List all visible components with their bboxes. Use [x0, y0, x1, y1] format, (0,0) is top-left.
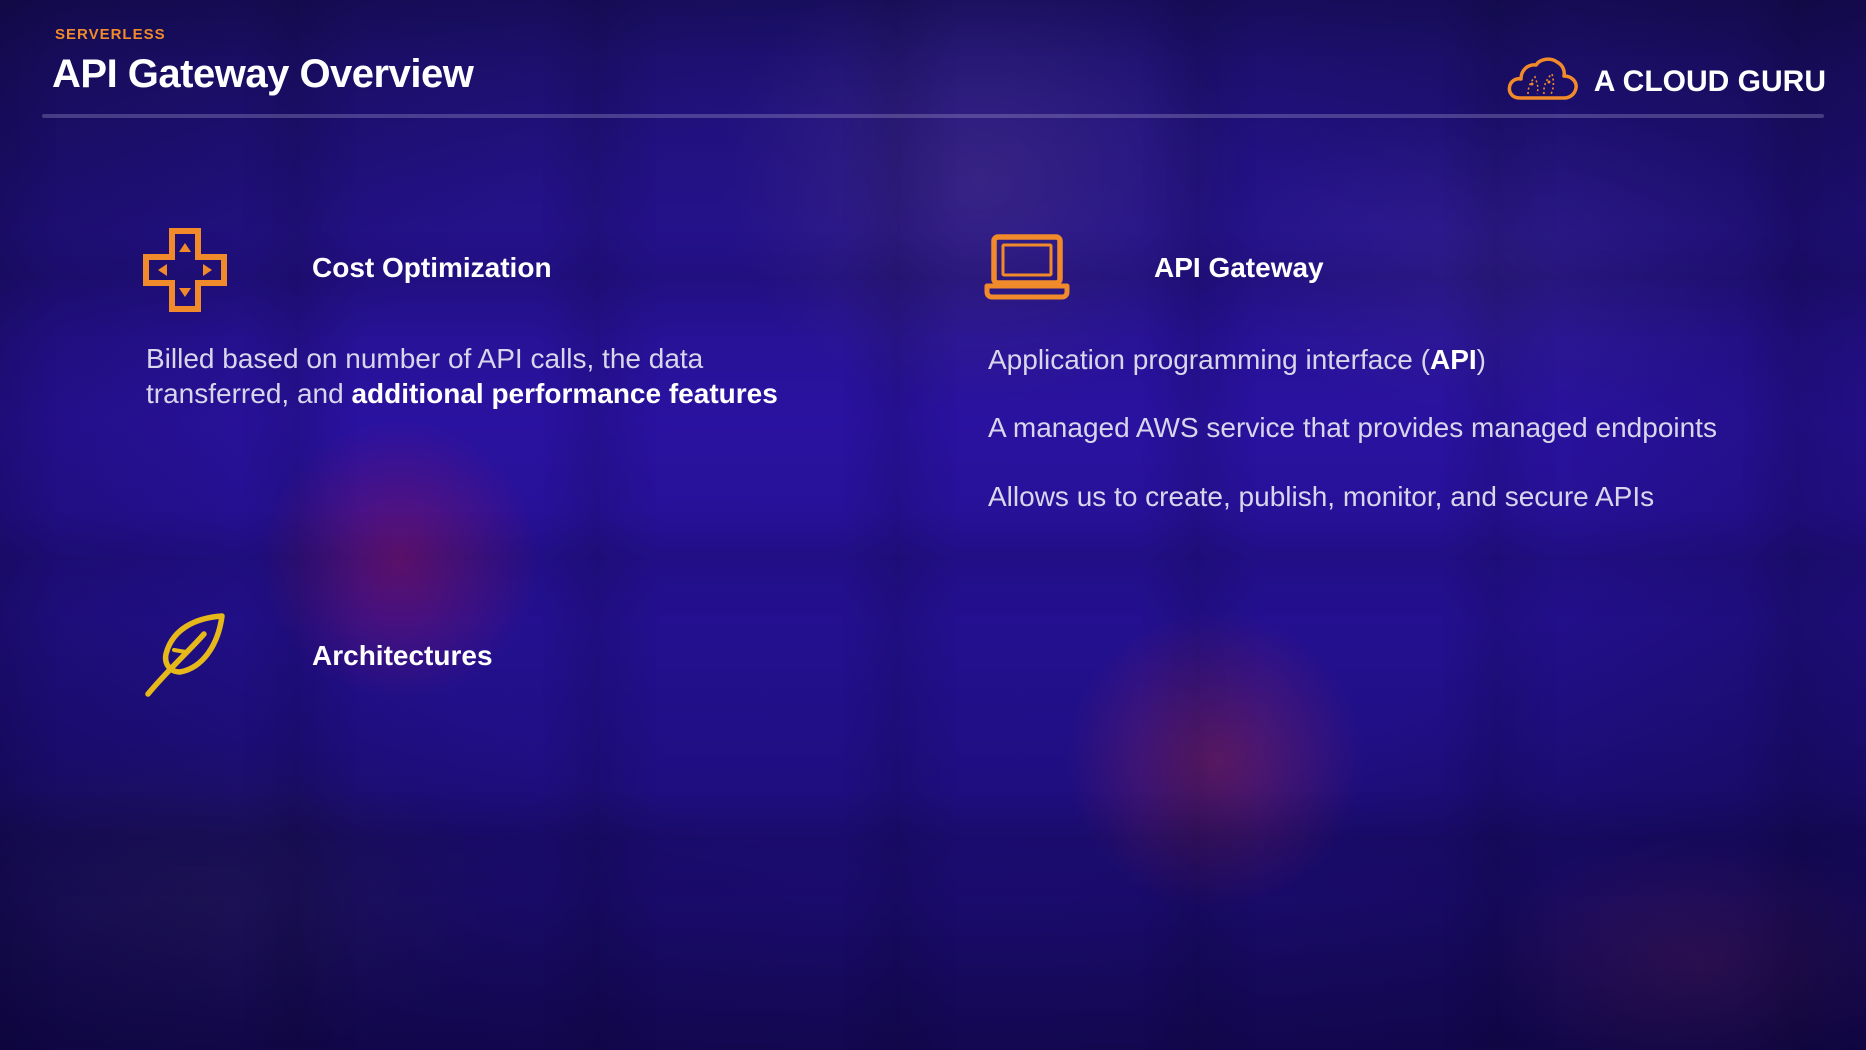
cost-optimization-text: Billed based on number of API calls, the… [146, 341, 786, 411]
api-gateway-point-3: Allows us to create, publish, monitor, a… [988, 481, 1655, 512]
api-gateway-point-2: A managed AWS service that provides mana… [988, 412, 1717, 443]
brand-logo: A CLOUD GURU [1506, 56, 1826, 107]
point-1-bold: API [1429, 344, 1477, 375]
header-divider [42, 114, 1824, 118]
background-vignette [0, 0, 1866, 1050]
dpad-icon [143, 228, 227, 317]
page-title: API Gateway Overview [52, 52, 474, 96]
api-gateway-heading: API Gateway [1154, 252, 1324, 283]
architectures-heading: Architectures [312, 640, 493, 671]
feather-icon [144, 612, 226, 703]
point-1-suffix: ) [1476, 344, 1486, 375]
point-1-text: Application programming interface ( [988, 344, 1430, 375]
cost-optimization-heading: Cost Optimization [312, 252, 552, 283]
section-eyebrow: SERVERLESS [55, 26, 166, 43]
api-gateway-point-1: Application programming interface (API) [988, 342, 1838, 377]
laptop-icon [984, 234, 1070, 305]
cloud-icon [1506, 56, 1580, 107]
cost-text-bold: additional performance features [351, 378, 778, 409]
brand-name: A CLOUD GURU [1593, 64, 1826, 98]
